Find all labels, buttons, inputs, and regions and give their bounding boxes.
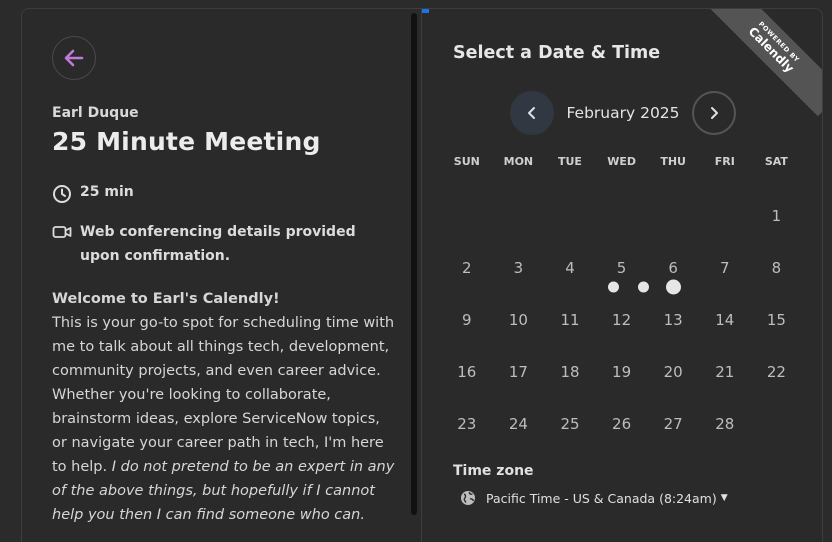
loading-dot [638,281,649,293]
video-camera-icon [52,226,72,238]
weekday-label: FRI [714,155,735,168]
event-details-panel: Earl Duque 25 Minute Meeting 25 min Web … [22,9,422,542]
timezone-value: Pacific Time - US & Canada (8:24am) [486,490,717,506]
duration-text: 25 min [80,184,134,200]
loading-marker [422,9,429,13]
event-description: Welcome to Earl's Calendly! This is your… [52,287,397,527]
globe-icon [461,491,475,505]
calendar-day: 9 [462,311,472,329]
month-navigation: February 2025 [510,91,736,137]
weekday-label: SUN [453,155,480,168]
scheduler-panel: Select a Date & Time POWERED BY Calendly… [422,9,822,542]
calendar-day: 21 [715,363,735,381]
calendar-days-grid: 1 2 3 4 5 6 7 8 9 10 11 12 13 14 15 16 17 18 19 20 21 22 23 24 2… [441,190,803,450]
calendar-day: 4 [565,259,575,277]
calendar: SUN MON TUE WED THU FRI SAT 1 2 3 4 5 6 7 8 9 10 11 12 13 1… [441,155,803,450]
loading-dot [666,279,681,295]
calendar-day: 27 [663,415,683,433]
weekday-label: WED [607,155,636,168]
blank-day-cell [493,190,545,242]
calendar-day: 20 [663,363,683,381]
weekday-label: THU [660,155,686,168]
caret-down-icon: ▼ [720,493,728,503]
weekday-label: TUE [558,155,582,168]
description-body: This is your go-to spot for scheduling t… [52,315,395,475]
calendar-day: 23 [457,415,477,433]
conferencing-row: Web conferencing details provided upon c… [52,220,392,268]
calendar-day: 1 [771,207,782,225]
calendar-day: 26 [612,415,632,433]
calendar-day: 8 [771,259,782,277]
blank-day-cell [699,190,751,242]
blank-day-cell [596,190,648,242]
next-month-button[interactable] [692,91,736,135]
month-label: February 2025 [566,104,680,122]
calendar-day: 17 [508,363,528,381]
chevron-left-icon [528,107,535,119]
calendar-day: 18 [560,363,580,381]
blank-day-cell [441,190,493,242]
calendar-day: 22 [766,363,786,381]
weekday-label: MON [503,155,534,168]
blank-day-cell [544,190,596,242]
calendar-day: 28 [715,415,735,433]
blank-day-cell [647,190,699,242]
calendar-day: 25 [560,415,580,433]
left-panel-scrollbar[interactable] [411,13,417,515]
loading-dot [608,281,619,293]
back-button[interactable] [52,36,96,80]
loading-indicator [604,277,686,297]
calendar-day: 10 [508,311,528,329]
calendar-day: 14 [715,311,735,329]
calendar-day: 2 [462,259,472,277]
timezone-selector[interactable]: Pacific Time - US & Canada (8:24am) ▼ [460,490,728,506]
host-name: Earl Duque [52,105,139,121]
calendar-day: 13 [663,311,683,329]
calendar-day: 12 [612,311,632,329]
calendar-day: 24 [508,415,528,433]
calendar-day: 7 [719,259,730,277]
weekday-header: SUN MON TUE WED THU FRI SAT [441,155,803,168]
duration-row: 25 min [52,184,134,204]
calendar-day: 15 [766,311,786,329]
calendar-day: 11 [560,311,580,329]
chevron-right-icon [711,107,718,119]
clock-icon [53,185,71,203]
timezone-title: Time zone [453,463,534,479]
booking-card: Earl Duque 25 Minute Meeting 25 min Web … [21,8,823,542]
calendar-day: 3 [513,259,524,277]
event-title: 25 Minute Meeting [52,127,321,156]
previous-month-button[interactable] [510,91,554,135]
arrow-left-icon [64,49,84,67]
conferencing-text: Web conferencing details provided upon c… [80,224,356,264]
calendar-day: 16 [457,363,477,381]
weekday-label: SAT [764,155,788,168]
calendar-day: 19 [612,363,632,381]
scheduler-title: Select a Date & Time [453,43,661,63]
description-heading: Welcome to Earl's Calendly! [52,291,280,307]
